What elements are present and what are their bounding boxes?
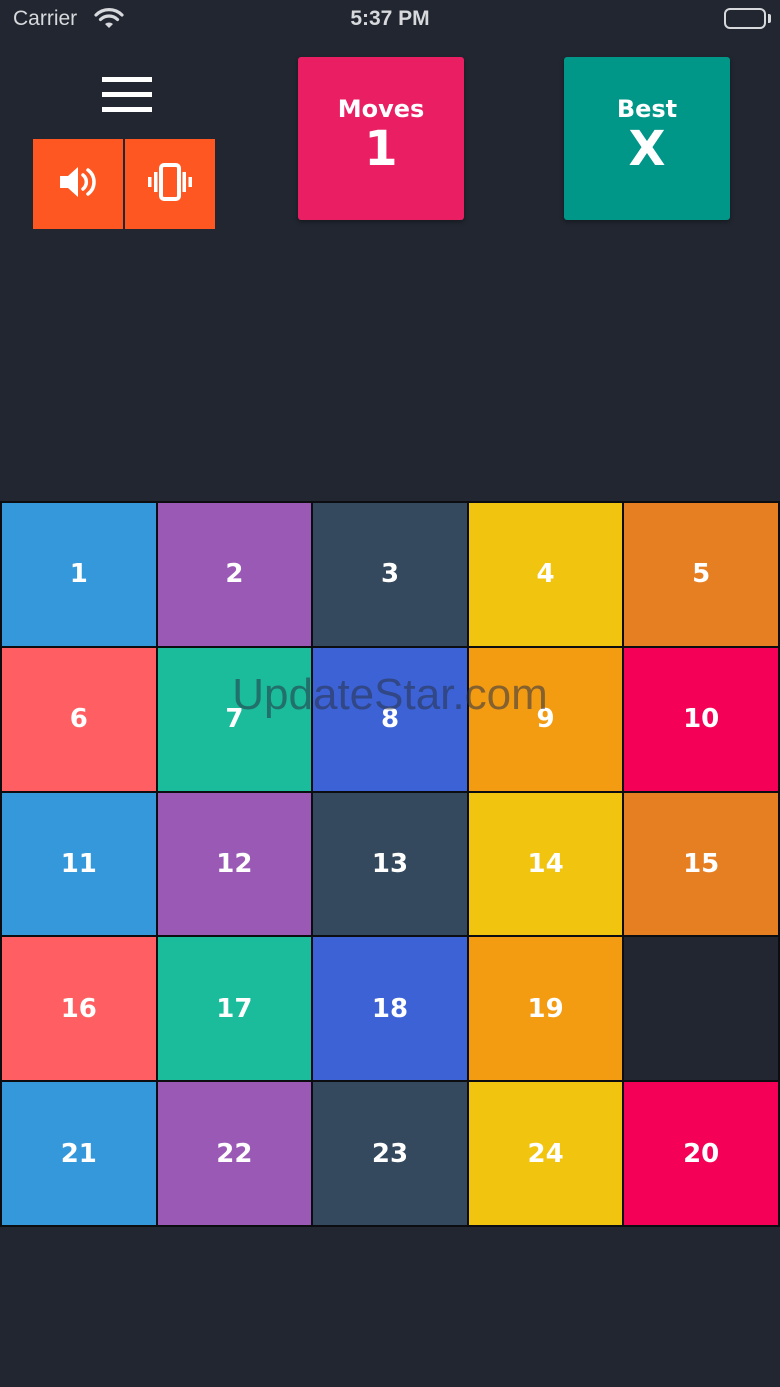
status-bar: Carrier 5:37 PM — [0, 0, 780, 40]
puzzle-tile[interactable]: 16 — [2, 937, 156, 1081]
puzzle-tile[interactable]: 10 — [624, 647, 778, 791]
puzzle-tile[interactable]: 9 — [468, 647, 623, 791]
puzzle-tile[interactable]: 21 — [2, 1082, 156, 1225]
best-value: X — [628, 121, 666, 177]
puzzle-tile[interactable]: 20 — [624, 1082, 778, 1225]
puzzle-tile[interactable]: 3 — [313, 503, 467, 646]
hamburger-menu-icon[interactable] — [98, 73, 156, 117]
vibrate-toggle-button[interactable] — [125, 139, 215, 229]
puzzle-tile[interactable]: 8 — [313, 647, 467, 791]
moves-card: Moves 1 — [298, 57, 464, 220]
puzzle-tile[interactable]: 11 — [2, 792, 156, 936]
moves-label: Moves — [337, 95, 425, 123]
puzzle-tile[interactable]: 24 — [468, 1082, 623, 1225]
puzzle-tile[interactable]: 18 — [313, 937, 467, 1081]
sound-toggle-button[interactable] — [33, 139, 123, 229]
puzzle-tile[interactable]: 17 — [157, 937, 312, 1081]
puzzle-tile[interactable]: 7 — [157, 647, 312, 791]
puzzle-tile[interactable]: 4 — [468, 503, 623, 646]
puzzle-tile[interactable]: 13 — [313, 792, 467, 936]
speaker-icon — [58, 164, 98, 204]
puzzle-tile[interactable]: 22 — [157, 1082, 312, 1225]
vibration-icon — [146, 162, 194, 206]
puzzle-tile[interactable]: 2 — [157, 503, 312, 646]
puzzle-board: 1 2 3 4 5 6 7 8 9 10 11 12 13 14 15 16 17 18 19 21 22 23 24 20 — [0, 501, 780, 1227]
battery-nub — [768, 14, 771, 23]
puzzle-tile[interactable]: 6 — [2, 647, 156, 791]
puzzle-tile[interactable]: 15 — [624, 792, 778, 936]
puzzle-tile[interactable]: 5 — [624, 503, 778, 646]
battery-icon — [724, 8, 766, 29]
puzzle-tile[interactable]: 23 — [313, 1082, 467, 1225]
puzzle-tile[interactable]: 12 — [157, 792, 312, 936]
best-card: Best X — [564, 57, 730, 220]
empty-slot — [624, 937, 778, 1081]
status-time: 5:37 PM — [350, 7, 430, 30]
puzzle-tile[interactable]: 19 — [468, 937, 623, 1081]
best-label: Best — [616, 95, 678, 123]
puzzle-tile[interactable]: 14 — [468, 792, 623, 936]
puzzle-tile[interactable]: 1 — [2, 503, 156, 646]
moves-value: 1 — [364, 121, 398, 177]
